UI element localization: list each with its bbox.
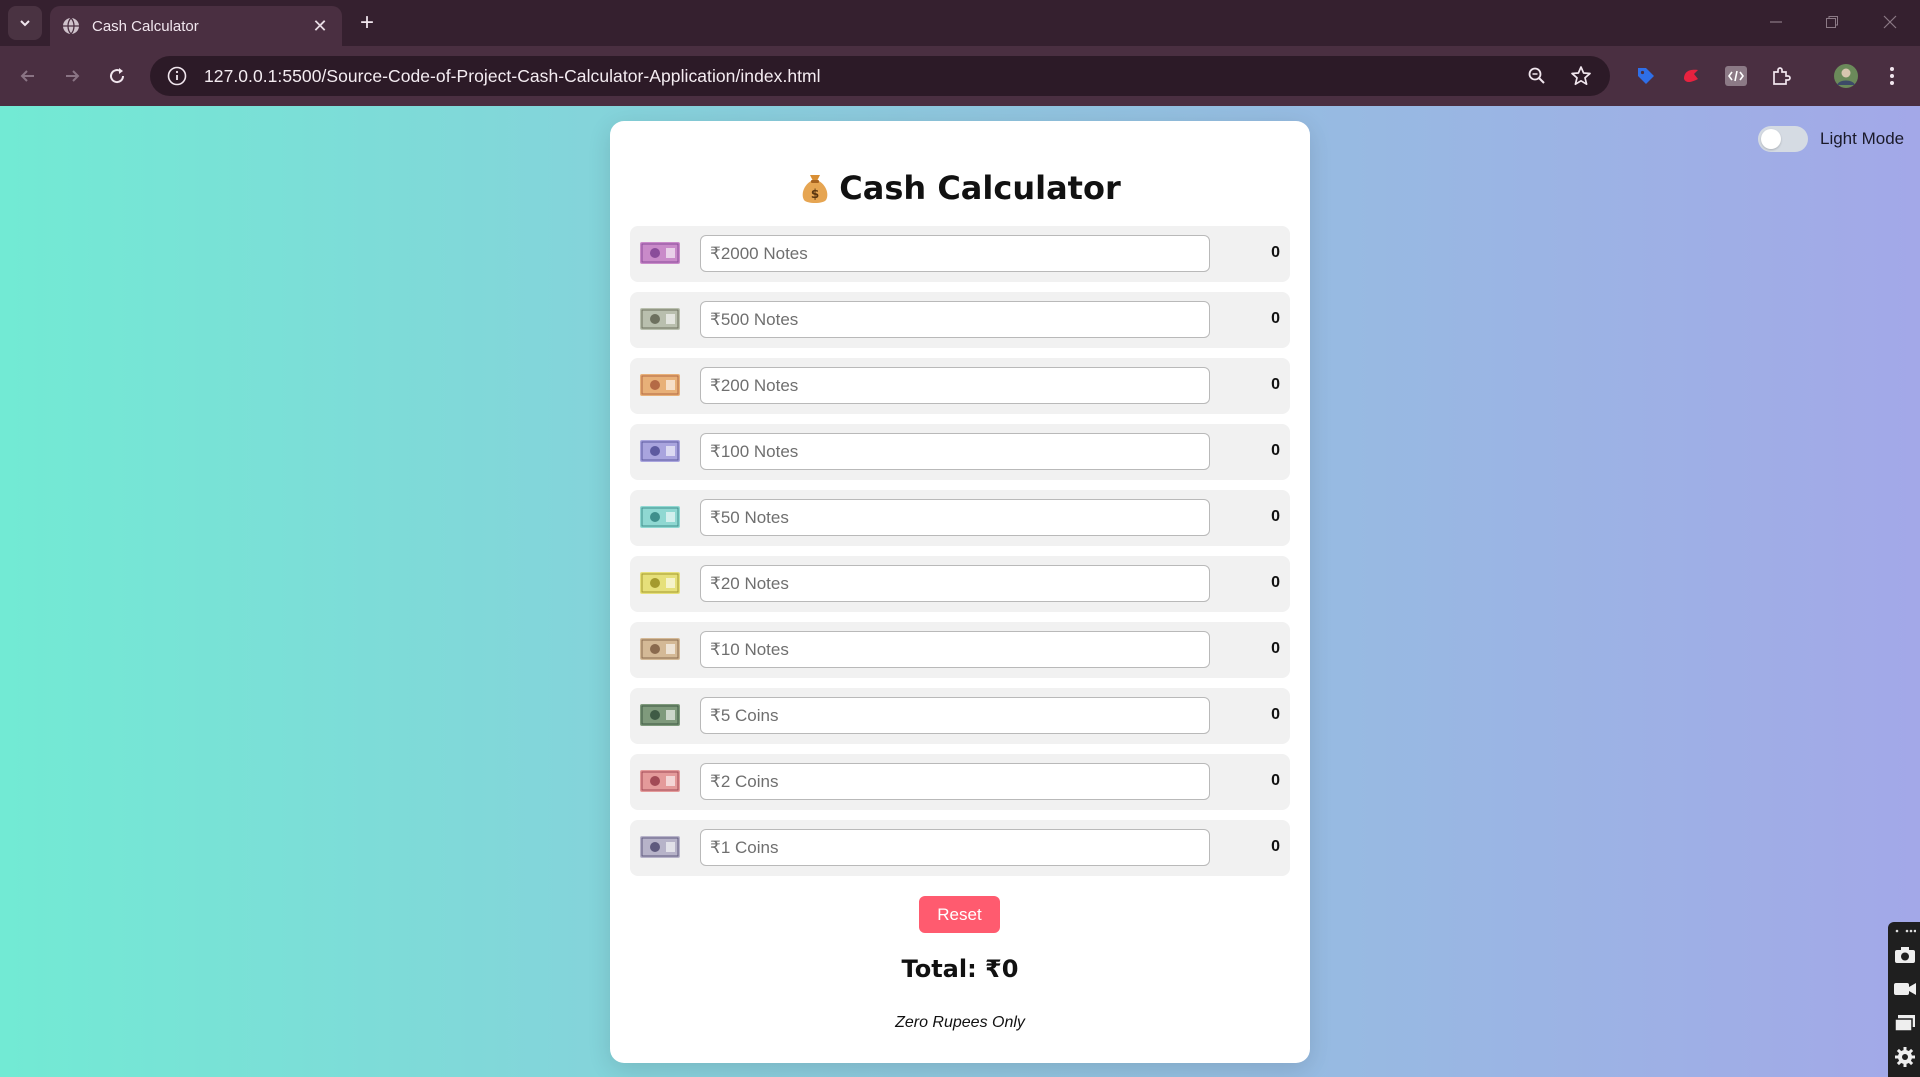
capture-side-panel bbox=[1888, 922, 1920, 1077]
profile-avatar[interactable] bbox=[1832, 62, 1860, 90]
row-amount: 0 bbox=[1271, 640, 1280, 657]
page-viewport: Light Mode $ Cash Calculator 0 0 0 0 0 0 0 0 0 0 … bbox=[0, 106, 1920, 1077]
note-count-input[interactable] bbox=[700, 235, 1210, 272]
tab-list-button[interactable] bbox=[8, 6, 42, 40]
browser-toolbar: 127.0.0.1:5500/Source-Code-of-Project-Ca… bbox=[0, 46, 1920, 106]
denomination-row: 0 bbox=[630, 424, 1290, 480]
new-tab-button[interactable]: + bbox=[352, 8, 382, 38]
denomination-row: 0 bbox=[630, 556, 1290, 612]
amount-in-words: Zero Rupees Only bbox=[895, 1014, 1025, 1031]
denomination-row: 0 bbox=[630, 358, 1290, 414]
window-capture-icon[interactable] bbox=[1892, 1010, 1918, 1036]
currency-note-image bbox=[640, 308, 680, 330]
note-count-input[interactable] bbox=[700, 697, 1210, 734]
money-bag-icon: $ bbox=[802, 175, 828, 203]
note-count-input[interactable] bbox=[700, 499, 1210, 536]
denomination-row: 0 bbox=[630, 490, 1290, 546]
back-icon[interactable] bbox=[12, 60, 44, 92]
theme-toggle[interactable]: Light Mode bbox=[1758, 126, 1904, 152]
currency-note-image bbox=[640, 572, 680, 594]
close-window-icon[interactable] bbox=[1870, 8, 1910, 36]
toggle-knob bbox=[1761, 129, 1781, 149]
note-count-input[interactable] bbox=[700, 367, 1210, 404]
toggle-switch[interactable] bbox=[1758, 126, 1808, 152]
row-amount: 0 bbox=[1271, 508, 1280, 525]
currency-note-image bbox=[640, 704, 680, 726]
denomination-row: 0 bbox=[630, 688, 1290, 744]
extension-red-icon[interactable] bbox=[1677, 62, 1705, 90]
chevron-down-icon bbox=[20, 20, 30, 27]
currency-note-image bbox=[640, 770, 680, 792]
calculator-card: $ Cash Calculator 0 0 0 0 0 0 0 0 0 0 Reset Total… bbox=[610, 121, 1310, 1063]
extension-tag-icon[interactable] bbox=[1632, 62, 1660, 90]
row-amount: 0 bbox=[1271, 706, 1280, 723]
denomination-row: 0 bbox=[630, 622, 1290, 678]
page-title: $ Cash Calculator bbox=[610, 169, 1310, 207]
zoom-icon[interactable] bbox=[1522, 61, 1552, 91]
tab-bar: Cash Calculator ✕ + bbox=[0, 0, 1920, 46]
row-amount: 0 bbox=[1271, 772, 1280, 789]
more-icon[interactable] bbox=[1892, 926, 1918, 936]
row-amount: 0 bbox=[1271, 310, 1280, 327]
browser-menu-icon[interactable] bbox=[1878, 62, 1906, 90]
video-record-icon[interactable] bbox=[1892, 976, 1918, 1002]
gear-icon[interactable] bbox=[1892, 1044, 1918, 1070]
svg-text:$: $ bbox=[811, 187, 819, 201]
minimize-icon[interactable] bbox=[1756, 8, 1796, 36]
currency-note-image bbox=[640, 242, 680, 264]
title-text: Cash Calculator bbox=[839, 169, 1121, 207]
address-bar[interactable]: 127.0.0.1:5500/Source-Code-of-Project-Ca… bbox=[150, 56, 1610, 96]
currency-note-image bbox=[640, 506, 680, 528]
note-count-input[interactable] bbox=[700, 301, 1210, 338]
note-count-input[interactable] bbox=[700, 565, 1210, 602]
url-text[interactable]: 127.0.0.1:5500/Source-Code-of-Project-Ca… bbox=[204, 66, 1522, 87]
denomination-row: 0 bbox=[630, 820, 1290, 876]
extensions-puzzle-icon[interactable] bbox=[1767, 62, 1795, 90]
mode-label: Light Mode bbox=[1820, 129, 1905, 148]
denomination-row: 0 bbox=[630, 754, 1290, 810]
total-amount: Total: ₹0 bbox=[901, 955, 1019, 983]
currency-note-image bbox=[640, 836, 680, 858]
extension-code-icon[interactable] bbox=[1722, 62, 1750, 90]
note-count-input[interactable] bbox=[700, 433, 1210, 470]
bookmark-star-icon[interactable] bbox=[1566, 61, 1596, 91]
row-amount: 0 bbox=[1271, 244, 1280, 261]
note-count-input[interactable] bbox=[700, 631, 1210, 668]
reload-icon[interactable] bbox=[101, 60, 133, 92]
note-count-input[interactable] bbox=[700, 763, 1210, 800]
denomination-row: 0 bbox=[630, 226, 1290, 282]
camera-icon[interactable] bbox=[1892, 942, 1918, 968]
close-tab-icon[interactable]: ✕ bbox=[310, 16, 330, 37]
restore-icon[interactable] bbox=[1812, 8, 1852, 36]
browser-tab[interactable]: Cash Calculator ✕ bbox=[50, 6, 342, 46]
forward-icon[interactable] bbox=[56, 60, 88, 92]
row-amount: 0 bbox=[1271, 574, 1280, 591]
reset-button[interactable]: Reset bbox=[919, 896, 1000, 933]
globe-icon bbox=[63, 17, 79, 35]
note-count-input[interactable] bbox=[700, 829, 1210, 866]
site-info-icon[interactable] bbox=[166, 65, 188, 87]
row-amount: 0 bbox=[1271, 838, 1280, 855]
currency-note-image bbox=[640, 374, 680, 396]
denomination-row: 0 bbox=[630, 292, 1290, 348]
tab-title: Cash Calculator bbox=[92, 17, 199, 35]
currency-note-image bbox=[640, 440, 680, 462]
currency-note-image bbox=[640, 638, 680, 660]
row-amount: 0 bbox=[1271, 442, 1280, 459]
row-amount: 0 bbox=[1271, 376, 1280, 393]
